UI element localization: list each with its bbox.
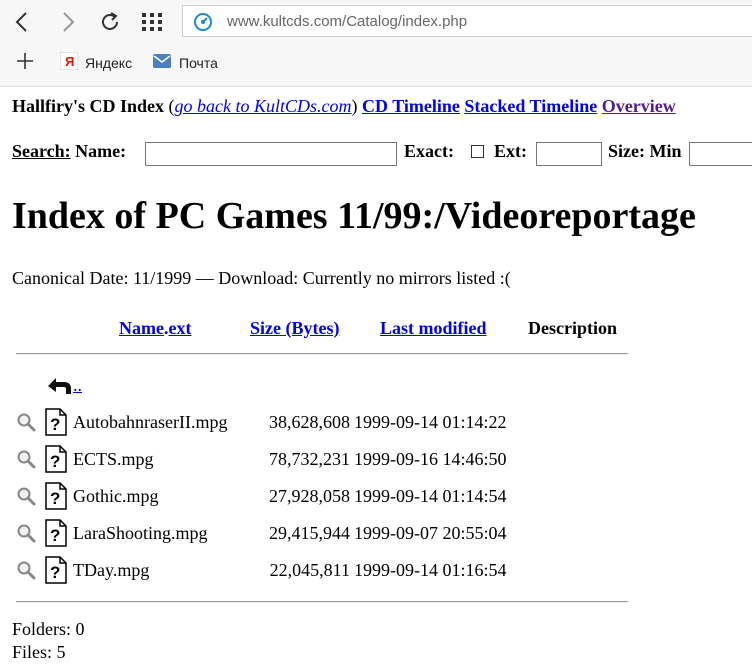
unknown-file-icon: ? [45,482,67,510]
sort-modified-link[interactable]: Last modified [380,318,487,338]
file-modified: 1999-09-14 01:14:54 [354,486,507,506]
size-header: Size (Bytes) [250,318,339,339]
canonical-date: Canonical Date: 11/1999 — Download: Curr… [12,268,511,288]
reload-icon [102,12,118,30]
unknown-file-icon: ? [45,408,67,436]
file-modified: 1999-09-14 01:14:22 [354,412,507,432]
file-name[interactable]: AutobahnraserII.mpg [73,412,227,433]
search-label: Search: [12,141,71,161]
mail-icon [152,52,172,73]
bookmark-mail-label: Почта [179,54,218,71]
bookmark-yandex-label: Яндекс [85,54,133,71]
ext-label: Ext: [494,141,527,161]
svg-text:?: ? [50,489,60,508]
folders-count: Folders: 0 [12,619,85,639]
file-size: 78,732,231 [269,449,350,469]
bookmark-yandex[interactable]: Я Яндекс [59,51,133,73]
file-size: 29,415,944 [269,523,350,543]
search-form: Search: Name: [12,141,126,162]
svg-text:Я: Я [65,54,74,69]
plus-icon [17,53,33,69]
preview-magnifier-icon[interactable] [16,412,36,432]
file-row: ? Gothic.mpg 27,928,058 1999-09-14 01:14:54 [0,481,752,511]
sort-name-link[interactable]: Name [119,318,164,338]
exact-checkbox[interactable] [471,145,484,158]
preview-magnifier-icon[interactable] [16,486,36,506]
files-count: Files: 5 [12,642,66,662]
file-row: ? ECTS.mpg 78,732,231 1999-09-16 14:46:50 [0,444,752,474]
size-min-label: Size: Min [608,141,682,161]
parent-directory-link[interactable]: .. [73,375,82,396]
table-top-divider [16,353,628,355]
svg-text:?: ? [50,452,60,471]
file-name[interactable]: ECTS.mpg [73,449,154,470]
unknown-file-icon: ? [45,519,67,547]
page-title: Index of PC Games 11/99:/Videoreportage [12,195,696,237]
back-to-kultcds-link[interactable]: go back to KultCDs.com [175,96,352,116]
bookmark-mail[interactable]: Почта [152,52,218,73]
size-min-input[interactable] [689,142,752,166]
site-info-icon[interactable] [193,12,213,32]
file-name[interactable]: Gothic.mpg [73,486,159,507]
file-row: ? AutobahnraserII.mpg 38,628,608 1999-09-14… [0,407,752,437]
forward-button[interactable] [54,8,82,36]
exact-label: Exact: [404,141,454,161]
file-row: ? LaraShooting.mpg 29,415,944 1999-09-07 20… [0,518,752,548]
unknown-file-icon: ? [45,445,67,473]
file-row: ? TDay.mpg 22,045,811 1999-09-14 01:16:54 [0,555,752,585]
preview-magnifier-icon[interactable] [16,523,36,543]
apps-grid-icon [142,13,162,31]
new-tab-button[interactable] [16,52,34,70]
file-name[interactable]: LaraShooting.mpg [73,523,207,544]
apps-grid-button[interactable] [138,8,166,36]
address-bar[interactable]: www.kultcds.com/Catalog/index.php [182,5,752,37]
overview-link[interactable]: Overview [602,96,676,116]
svg-text:?: ? [50,526,60,545]
browser-chrome: www.kultcds.com/Catalog/index.php Я Янде… [0,0,752,87]
file-size: 27,928,058 [269,486,350,506]
page-content: Hallfiry's CD Index (go back to KultCDs.… [0,86,752,667]
file-modified: 1999-09-16 14:46:50 [354,449,507,469]
sort-size-link[interactable]: Size (Bytes) [250,318,339,338]
name-label: Name: [75,141,127,161]
ext-input[interactable] [536,142,602,166]
preview-magnifier-icon[interactable] [16,449,36,469]
yandex-icon: Я [59,51,79,73]
file-name[interactable]: TDay.mpg [73,560,149,581]
name-search-input[interactable] [145,142,397,166]
table-bottom-divider [16,601,628,603]
close-paren: ) [351,96,358,116]
top-navigation: Hallfiry's CD Index (go back to KultCDs.… [12,96,676,117]
back-arrow-icon [15,12,27,32]
address-url: www.kultcds.com/Catalog/index.php [227,13,468,30]
description-header: Description [528,318,617,338]
site-title: Hallfiry's CD Index [12,96,165,116]
sort-ext-link[interactable]: ext [168,318,191,338]
file-modified: 1999-09-07 20:55:04 [354,523,507,543]
unknown-file-icon: ? [45,556,67,584]
parent-directory-row: .. [0,370,752,400]
parent-directory-icon[interactable] [44,370,74,398]
file-modified: 1999-09-14 01:16:54 [354,560,507,580]
svg-text:?: ? [50,563,60,582]
reload-button[interactable] [96,8,124,36]
preview-magnifier-icon[interactable] [16,560,36,580]
file-size: 38,628,608 [269,412,350,432]
back-button[interactable] [8,8,36,36]
stacked-timeline-link[interactable]: Stacked Timeline [464,96,597,116]
file-size: 22,045,811 [269,560,350,580]
svg-text:?: ? [50,415,60,434]
forward-arrow-icon [63,12,75,32]
name-ext-header: Name.ext [119,318,192,338]
cd-timeline-link[interactable]: CD Timeline [362,96,460,116]
modified-header: Last modified [380,318,487,339]
